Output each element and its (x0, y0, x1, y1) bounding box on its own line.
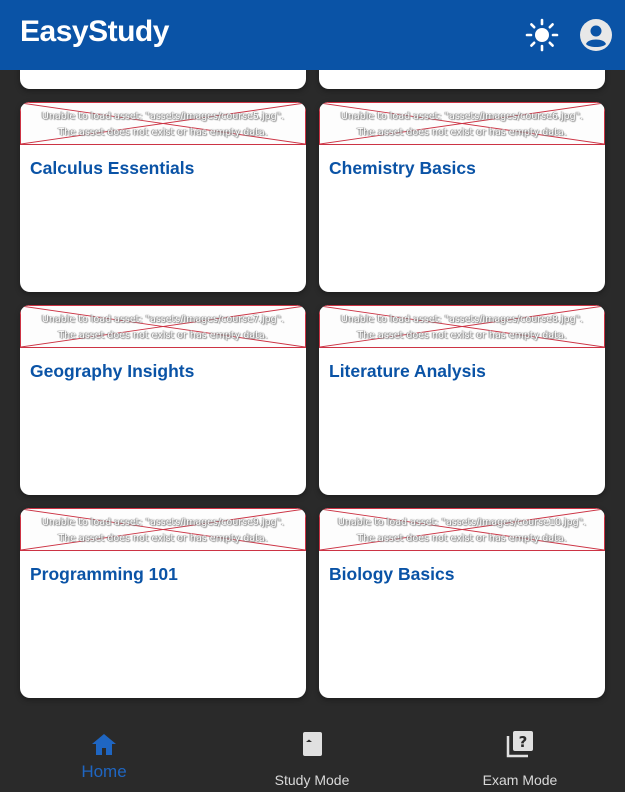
course-card-programming-101[interactable]: Unable to load asset: "assets/images/cou… (20, 508, 306, 698)
image-error-text: The asset does not exist or has empty da… (58, 330, 268, 341)
book-icon (303, 732, 322, 756)
image-error-text: Unable to load asset: "assets/images/cou… (41, 517, 285, 528)
course-card-literature-analysis[interactable]: Unable to load asset: "assets/images/cou… (319, 305, 605, 495)
course-title: Chemistry Basics (329, 158, 476, 178)
course-title: Geography Insights (30, 361, 195, 381)
nav-label: Study Mode (274, 772, 350, 788)
app-title: EasyStudy (20, 15, 169, 48)
nav-study-mode[interactable]: Study Mode (208, 712, 416, 792)
quiz-icon: ? (506, 731, 533, 758)
nav-home[interactable]: Home (0, 712, 208, 792)
image-error-text: The asset does not exist or has empty da… (357, 127, 567, 138)
course-card-calculus-essentials[interactable]: Unable to load asset: "assets/images/cou… (20, 102, 306, 292)
course-grid[interactable]: Unable to load asset: "assets/images/cou… (0, 0, 625, 712)
course-image-placeholder: Unable to load asset: "assets/images/cou… (20, 508, 306, 551)
app-bar: EasyStudy (0, 0, 625, 70)
course-image-placeholder: Unable to load asset: "assets/images/cou… (20, 102, 306, 145)
sun-icon (525, 18, 559, 52)
image-error-text: Unable to load asset: "assets/images/cou… (41, 111, 285, 122)
course-image-placeholder: Unable to load asset: "assets/images/cou… (319, 508, 605, 551)
course-title: Programming 101 (30, 564, 178, 584)
course-image-placeholder: Unable to load asset: "assets/images/cou… (319, 305, 605, 348)
nav-label: Exam Mode (482, 772, 558, 788)
nav-exam-mode[interactable]: ? Exam Mode (416, 712, 624, 792)
image-error-text: The asset does not exist or has empty da… (58, 533, 268, 544)
theme-toggle-button[interactable] (524, 17, 560, 53)
image-error-text: The asset does not exist or has empty da… (357, 330, 567, 341)
course-title: Calculus Essentials (30, 158, 195, 178)
course-card-chemistry-basics[interactable]: Unable to load asset: "assets/images/cou… (319, 102, 605, 292)
image-error-text: Unable to load asset: "assets/images/cou… (340, 314, 584, 325)
account-button[interactable] (578, 17, 614, 53)
image-error-text: The asset does not exist or has empty da… (357, 533, 567, 544)
image-error-text: Unable to load asset: "assets/images/cou… (337, 517, 587, 528)
course-title: Biology Basics (329, 564, 455, 584)
account-circle-icon (580, 19, 612, 51)
bottom-navigation: Home Study Mode ? Exam Mode (0, 712, 625, 792)
course-image-placeholder: Unable to load asset: "assets/images/cou… (20, 305, 306, 348)
svg-text:?: ? (519, 733, 528, 751)
image-error-text: Unable to load asset: "assets/images/cou… (340, 111, 584, 122)
course-card-geography-insights[interactable]: Unable to load asset: "assets/images/cou… (20, 305, 306, 495)
course-image-placeholder: Unable to load asset: "assets/images/cou… (319, 102, 605, 145)
course-title: Literature Analysis (329, 361, 486, 381)
nav-label: Home (81, 762, 127, 781)
home-icon (92, 734, 116, 755)
image-error-text: Unable to load asset: "assets/images/cou… (41, 314, 285, 325)
course-card-biology-basics[interactable]: Unable to load asset: "assets/images/cou… (319, 508, 605, 698)
image-error-text: The asset does not exist or has empty da… (58, 127, 268, 138)
